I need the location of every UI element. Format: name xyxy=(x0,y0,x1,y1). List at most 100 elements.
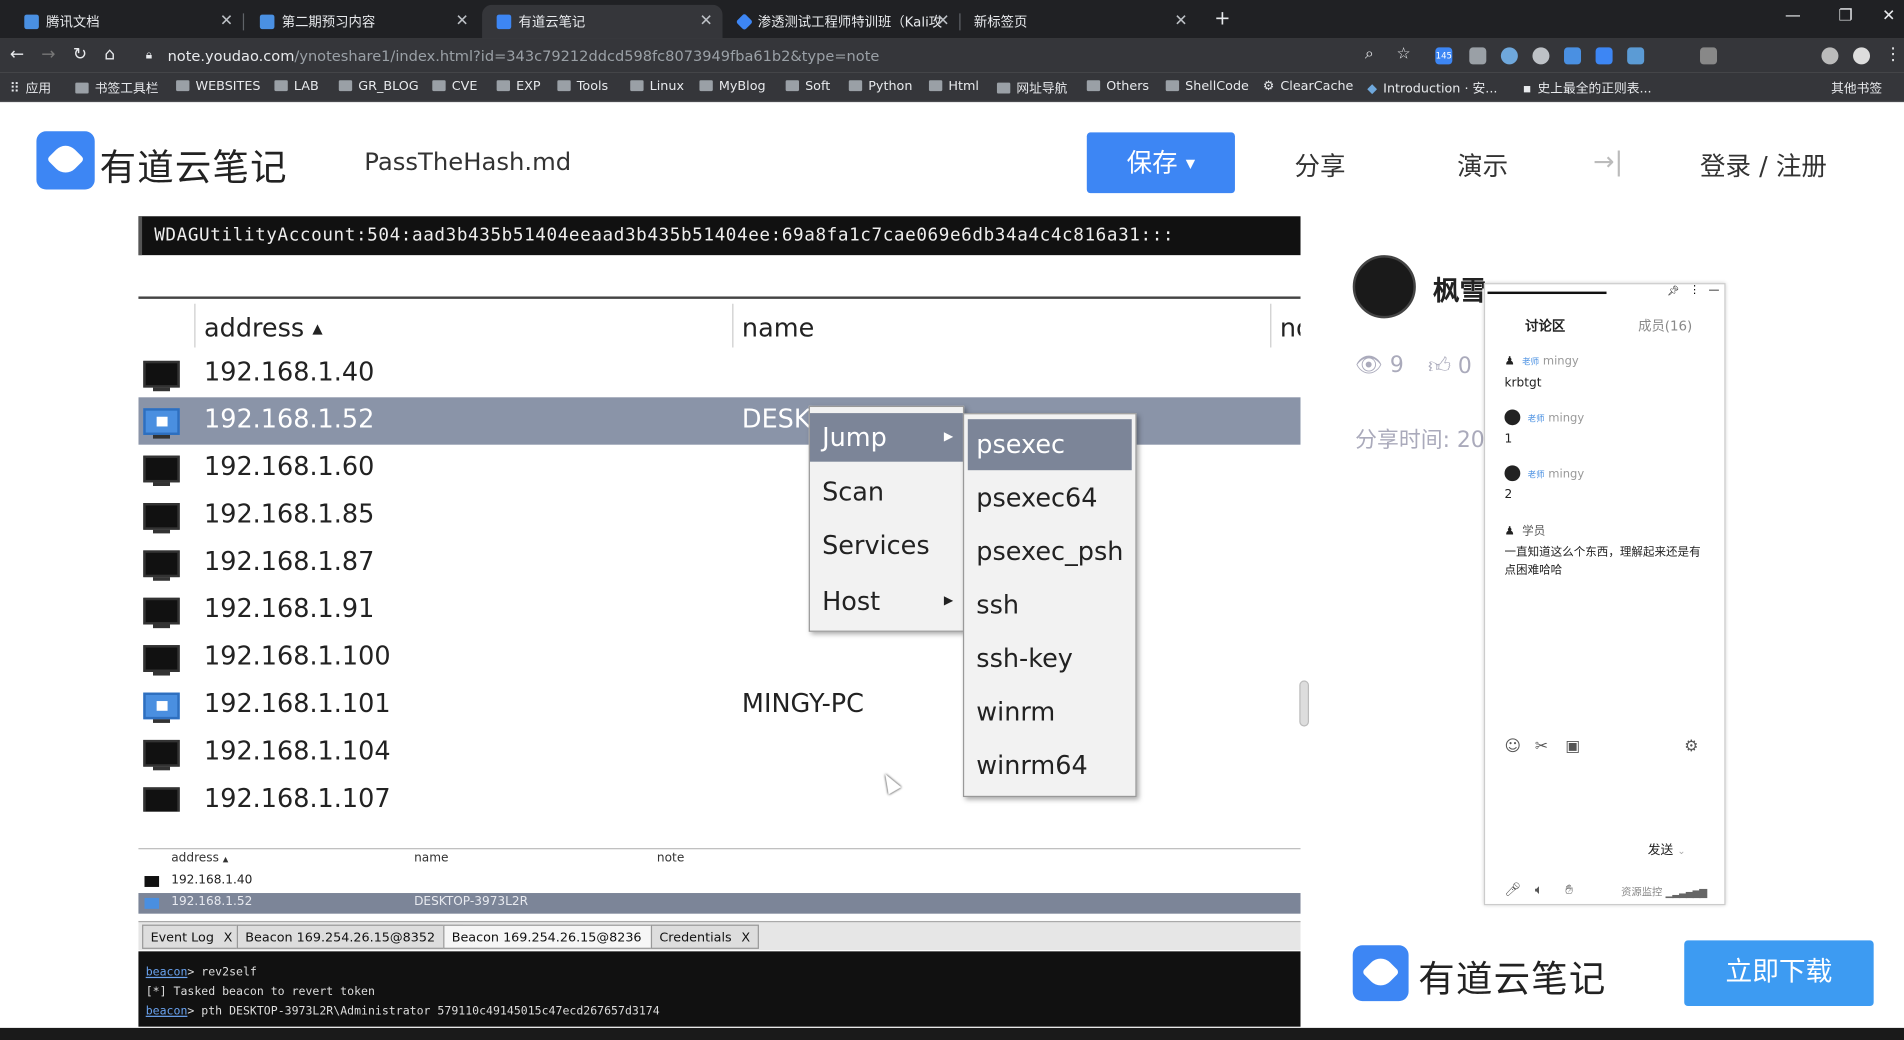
close-icon[interactable]: ✕ xyxy=(455,12,468,30)
tab-beacon-8352[interactable]: Beacon 169.254.26.15@8352X xyxy=(236,924,463,949)
tab-beacon-8236[interactable]: Beacon 169.254.26.15@8236X xyxy=(443,924,669,949)
emoji-icon[interactable]: ☺ xyxy=(1505,738,1521,756)
table-row[interactable]: 192.168.1.52 DESKTOP-3973L2R xyxy=(138,893,1301,914)
bookmark-link[interactable]: ⚙ ClearCache xyxy=(1263,79,1354,94)
menu-item-host[interactable]: Host ▶ xyxy=(810,577,963,626)
column-header-name[interactable]: name xyxy=(414,852,448,865)
scrollbar-thumb[interactable] xyxy=(1299,680,1310,727)
submenu-item-psexec64[interactable]: psexec64 xyxy=(968,473,1132,524)
tab-discussion[interactable]: 讨论区 xyxy=(1525,316,1565,335)
beacon-console[interactable]: beacon> rev2self [*] Tasked beacon to re… xyxy=(138,951,1301,1027)
column-header-address[interactable]: address ▲ xyxy=(204,306,323,350)
bookmark-other[interactable]: 其他书签 xyxy=(1831,79,1882,97)
submenu-item-psexec[interactable]: psexec xyxy=(967,419,1132,471)
resource-monitor[interactable]: 资源监控 ▁▂▃▄▅▆ xyxy=(1621,885,1707,899)
extension-icon[interactable] xyxy=(1532,47,1550,65)
present-button[interactable]: 演示 xyxy=(1457,147,1508,183)
bookmark-folder[interactable]: MyBlog xyxy=(699,79,766,94)
zoom-icon[interactable]: ⌕ xyxy=(1365,45,1374,63)
bookmark-folder[interactable]: ShellCode xyxy=(1165,79,1249,94)
column-header-note[interactable]: no xyxy=(1280,306,1301,350)
bookmark-folder[interactable]: GR_BLOG xyxy=(338,79,419,94)
bookmark-link[interactable]: ▪ 史上最全的正则表... xyxy=(1523,79,1652,97)
bookmark-folder[interactable]: Tools xyxy=(557,79,608,94)
bookmark-folder[interactable]: LAB xyxy=(274,79,319,94)
bookmark-folder[interactable]: CVE xyxy=(432,79,477,94)
browser-tab[interactable]: 第二期预习内容 ✕ xyxy=(245,5,478,39)
extension-icon[interactable] xyxy=(1595,47,1613,65)
browser-tab[interactable]: 新标签页 ✕ xyxy=(959,5,1197,39)
settings-icon[interactable]: ⚙ xyxy=(1684,738,1698,756)
column-header-address[interactable]: address ▲ xyxy=(171,852,228,865)
submenu-item-ssh-key[interactable]: ssh-key xyxy=(968,633,1132,684)
login-register-link[interactable]: 登录 / 注册 xyxy=(1700,147,1827,183)
url-bar[interactable]: note.youdao.com/ynoteshare1/index.html?i… xyxy=(168,44,1382,68)
bookmark-folder[interactable]: 网址导航 xyxy=(996,79,1067,97)
bookmark-folder[interactable]: Linux xyxy=(630,79,684,94)
star-icon[interactable]: ☆ xyxy=(1396,45,1410,63)
menu-kebab-icon[interactable]: ⋮ xyxy=(1885,45,1902,64)
restore-icon[interactable]: ❐ xyxy=(1838,7,1852,25)
extension-icon[interactable] xyxy=(1500,47,1518,65)
forward-icon[interactable]: → xyxy=(41,45,55,64)
column-header-note[interactable]: note xyxy=(657,852,684,865)
extension-icon[interactable] xyxy=(1469,47,1487,65)
more-icon[interactable]: ⋮ xyxy=(1689,284,1700,296)
bookmark-link[interactable]: ◆ Introduction · 安... xyxy=(1367,79,1497,97)
extension-icon[interactable] xyxy=(1564,47,1582,65)
tab-event-log[interactable]: Event Log X xyxy=(142,924,241,949)
close-icon[interactable]: ✕ xyxy=(936,12,949,30)
extension-icon[interactable] xyxy=(1821,47,1839,65)
microphone-icon[interactable]: 🎤︎ xyxy=(1505,882,1522,898)
submenu-item-psexec-psh[interactable]: psexec_psh xyxy=(968,526,1132,577)
chat-drag-bar[interactable] xyxy=(1487,291,1607,295)
browser-tab-active[interactable]: 有道云笔记 ✕ xyxy=(482,4,723,39)
home-icon[interactable]: ⌂ xyxy=(104,45,115,64)
send-button[interactable]: 发送 ⌄ xyxy=(1648,841,1686,859)
extension-icon[interactable] xyxy=(1627,47,1645,65)
hand-raise-icon[interactable]: ✋︎ xyxy=(1565,882,1573,899)
menu-item-jump[interactable]: Jump ▶ xyxy=(809,413,963,462)
column-header-name[interactable]: name xyxy=(742,306,814,350)
lock-icon[interactable]: 🔒︎ xyxy=(146,49,152,62)
close-icon[interactable]: ✕ xyxy=(1174,12,1187,30)
tab-credentials[interactable]: Credentials X xyxy=(650,924,759,949)
minimize-icon[interactable]: — xyxy=(1785,7,1801,25)
bookmark-apps[interactable]: ⠿ 应用 xyxy=(10,79,51,97)
browser-tab[interactable]: 渗透测试工程师特训班（Kali攻 ✕ xyxy=(724,5,960,39)
bookmark-folder[interactable]: Soft xyxy=(785,79,830,94)
bookmark-folder[interactable]: 书签工具栏 xyxy=(75,79,158,97)
profile-avatar[interactable] xyxy=(1853,47,1871,65)
close-window-icon[interactable]: ✕ xyxy=(1882,7,1895,25)
close-icon[interactable]: X xyxy=(224,931,233,946)
reload-icon[interactable]: ↻ xyxy=(73,45,87,64)
share-button[interactable]: 分享 xyxy=(1294,147,1345,183)
bookmark-folder[interactable]: Html xyxy=(928,79,979,94)
save-button[interactable]: 保存 ▼ xyxy=(1086,132,1235,194)
pin-icon[interactable]: 📌︎ xyxy=(1667,286,1679,297)
tab-members[interactable]: 成员(16) xyxy=(1638,316,1692,335)
menu-item-scan[interactable]: Scan xyxy=(810,468,963,517)
scissors-icon[interactable]: ✂ xyxy=(1535,738,1548,756)
browser-tab[interactable]: 腾讯文档 ✕ xyxy=(10,5,243,39)
close-icon[interactable]: X xyxy=(741,931,750,946)
submenu-item-winrm64[interactable]: winrm64 xyxy=(968,740,1132,791)
download-button[interactable]: 立即下载 xyxy=(1684,940,1874,1007)
image-icon[interactable]: ▣ xyxy=(1565,738,1580,756)
extension-icon[interactable] xyxy=(1700,47,1718,65)
speaker-icon[interactable]: 🔈︎ xyxy=(1535,882,1543,899)
bookmark-folder[interactable]: Others xyxy=(1086,79,1149,94)
menu-item-services[interactable]: Services xyxy=(810,521,963,570)
submenu-item-winrm[interactable]: winrm xyxy=(968,686,1132,737)
bookmark-folder[interactable]: WEBSITES xyxy=(176,79,260,94)
table-row[interactable]: 192.168.1.40 xyxy=(138,350,1300,397)
bookmark-folder[interactable]: EXP xyxy=(496,79,541,94)
expand-icon[interactable]: →| xyxy=(1593,147,1623,176)
close-icon[interactable]: ✕ xyxy=(220,12,233,30)
table-row[interactable]: 192.168.1.40 xyxy=(138,871,1300,892)
extension-icon[interactable]: 145 xyxy=(1435,47,1453,65)
close-icon[interactable]: ✕ xyxy=(700,12,713,30)
submenu-item-ssh[interactable]: ssh xyxy=(968,580,1132,631)
new-tab-button[interactable]: + xyxy=(1214,6,1230,29)
back-icon[interactable]: ← xyxy=(10,45,24,64)
